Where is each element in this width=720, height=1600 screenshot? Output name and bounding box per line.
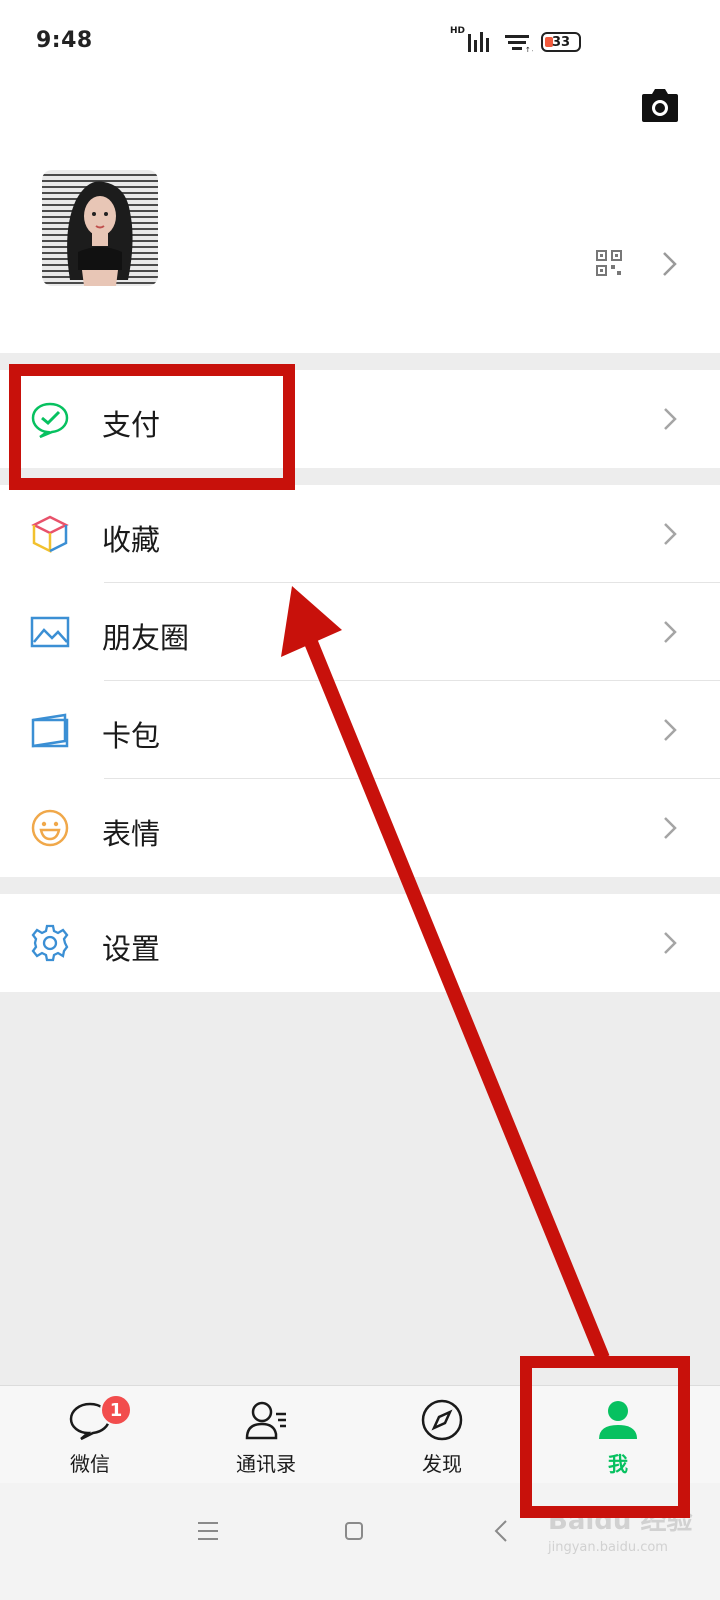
wechat-pay-icon xyxy=(31,402,69,439)
menu-item-stickers[interactable]: 表情 xyxy=(0,779,720,877)
profile-chevron-icon[interactable] xyxy=(660,250,680,278)
card-wallet-icon xyxy=(31,713,69,748)
menu-nav-button[interactable] xyxy=(188,1511,228,1551)
tab-label-me: 我 xyxy=(608,1452,628,1476)
compass-icon xyxy=(421,1399,463,1441)
menu-label-moments: 朋友圈 xyxy=(102,621,190,655)
back-nav-button[interactable] xyxy=(482,1511,522,1551)
chevron-right-icon xyxy=(664,932,677,954)
menu-label-cards: 卡包 xyxy=(102,719,161,753)
wifi-icon: ↑↓ xyxy=(505,35,533,53)
menu-item-favorites[interactable]: 收藏 xyxy=(0,485,720,583)
chevron-right-icon xyxy=(664,719,677,741)
status-time: 9:48 xyxy=(36,28,93,53)
menu-item-moments[interactable]: 朋友圈 xyxy=(0,583,720,681)
menu-item-cards[interactable]: 卡包 xyxy=(0,681,720,779)
photo-icon xyxy=(30,616,70,648)
bottom-tab-bar: 1 微信 通讯录 发现 我 xyxy=(0,1385,720,1483)
tab-discover[interactable]: 发现 xyxy=(352,1386,532,1484)
avatar[interactable] xyxy=(42,170,158,286)
svg-text:↑↓: ↑↓ xyxy=(525,46,533,53)
qr-code-icon[interactable] xyxy=(596,250,622,276)
contacts-icon xyxy=(245,1401,286,1440)
menu-group-main: 收藏 朋友圈 卡包 表情 xyxy=(0,485,720,877)
hd-label: HD xyxy=(450,26,466,36)
smiley-icon xyxy=(31,809,69,847)
person-icon xyxy=(599,1401,637,1439)
menu-group-settings: 设置 xyxy=(0,894,720,992)
battery-indicator: 33 xyxy=(541,32,582,52)
menu-item-pay[interactable]: 支付 xyxy=(0,370,720,468)
battery-level: 33 xyxy=(551,34,571,50)
chevron-right-icon xyxy=(664,408,677,430)
gear-icon xyxy=(31,924,69,962)
home-nav-button[interactable] xyxy=(334,1511,374,1551)
watermark: Baidu 经验 xyxy=(548,1506,693,1536)
tab-chats[interactable]: 1 微信 xyxy=(0,1386,180,1484)
menu-item-settings[interactable]: 设置 xyxy=(0,894,720,992)
status-icons: HD ↑↓ 33 xyxy=(450,26,582,58)
unread-badge: 1 xyxy=(100,1394,132,1426)
menu-label-pay: 支付 xyxy=(102,408,161,442)
tab-label-contacts: 通讯录 xyxy=(236,1452,296,1476)
menu-label-favorites: 收藏 xyxy=(102,523,161,557)
tab-label-discover: 发现 xyxy=(422,1452,462,1476)
cube-icon xyxy=(31,515,69,554)
tab-label-chats: 微信 xyxy=(70,1452,110,1476)
chevron-right-icon xyxy=(664,621,677,643)
chevron-right-icon xyxy=(664,523,677,545)
tab-me[interactable]: 我 xyxy=(528,1386,708,1484)
menu-label-settings: 设置 xyxy=(102,932,161,966)
watermark-url: jingyan.baidu.com xyxy=(548,1540,668,1555)
tab-contacts[interactable]: 通讯录 xyxy=(176,1386,356,1484)
chevron-right-icon xyxy=(664,817,677,839)
signal-icon xyxy=(468,32,490,52)
menu-label-stickers: 表情 xyxy=(102,817,161,851)
camera-icon[interactable] xyxy=(640,88,680,124)
menu-group-pay: 支付 xyxy=(0,370,720,468)
